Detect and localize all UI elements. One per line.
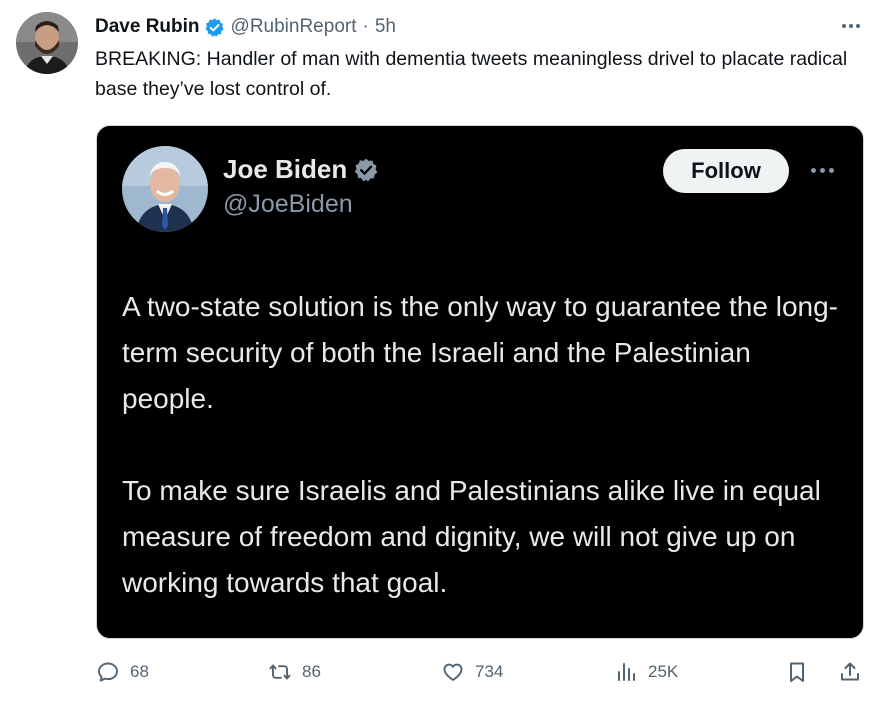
- repost-icon: [269, 664, 291, 680]
- views-count: 25K: [648, 662, 679, 681]
- views-icon: [618, 663, 635, 681]
- timestamp[interactable]: 5h: [375, 16, 396, 38]
- bookmark-icon: [790, 662, 804, 682]
- action-bar: 68 86 734 25K: [0, 654, 886, 694]
- verified-badge-icon: [204, 17, 225, 38]
- author-line: Dave Rubin @RubinReport · 5h: [95, 14, 396, 40]
- tweet-text: BREAKING: Handler of man with dementia t…: [95, 48, 848, 100]
- embedded-tweet-text: A two-state solution is the only way to …: [122, 284, 847, 606]
- reply-icon: [98, 662, 118, 682]
- share-button[interactable]: [838, 660, 862, 684]
- author-avatar[interactable]: [16, 12, 78, 74]
- repost-count: 86: [302, 662, 321, 681]
- embedded-verified-badge-icon: [353, 157, 379, 183]
- embedded-paragraph-1: A two-state solution is the only way to …: [122, 291, 838, 414]
- like-count: 734: [475, 662, 504, 681]
- share-icon: [841, 662, 859, 681]
- follow-button: Follow: [663, 149, 789, 193]
- bookmark-button[interactable]: [785, 660, 809, 684]
- more-icon[interactable]: [836, 14, 866, 38]
- reply-count: 68: [130, 662, 149, 681]
- embedded-author-handle: @JoeBiden: [223, 190, 353, 218]
- embedded-more-icon: [804, 162, 840, 178]
- embedded-author-avatar: [122, 146, 208, 232]
- embedded-tweet-image[interactable]: Joe Biden @JoeBiden Follow A two-state s…: [96, 125, 864, 639]
- separator-dot: ·: [362, 16, 369, 37]
- author-handle[interactable]: @RubinReport: [231, 16, 357, 38]
- embedded-paragraph-2: To make sure Israelis and Palestinians a…: [122, 475, 821, 598]
- embedded-author-name: Joe Biden: [223, 154, 348, 184]
- like-button[interactable]: 734: [441, 660, 503, 684]
- views-button[interactable]: 25K: [614, 660, 678, 684]
- like-icon: [443, 663, 463, 681]
- reply-button[interactable]: 68: [96, 660, 149, 684]
- embedded-author-line: Joe Biden: [223, 154, 379, 185]
- author-name[interactable]: Dave Rubin: [95, 16, 200, 38]
- repost-button[interactable]: 86: [268, 660, 321, 684]
